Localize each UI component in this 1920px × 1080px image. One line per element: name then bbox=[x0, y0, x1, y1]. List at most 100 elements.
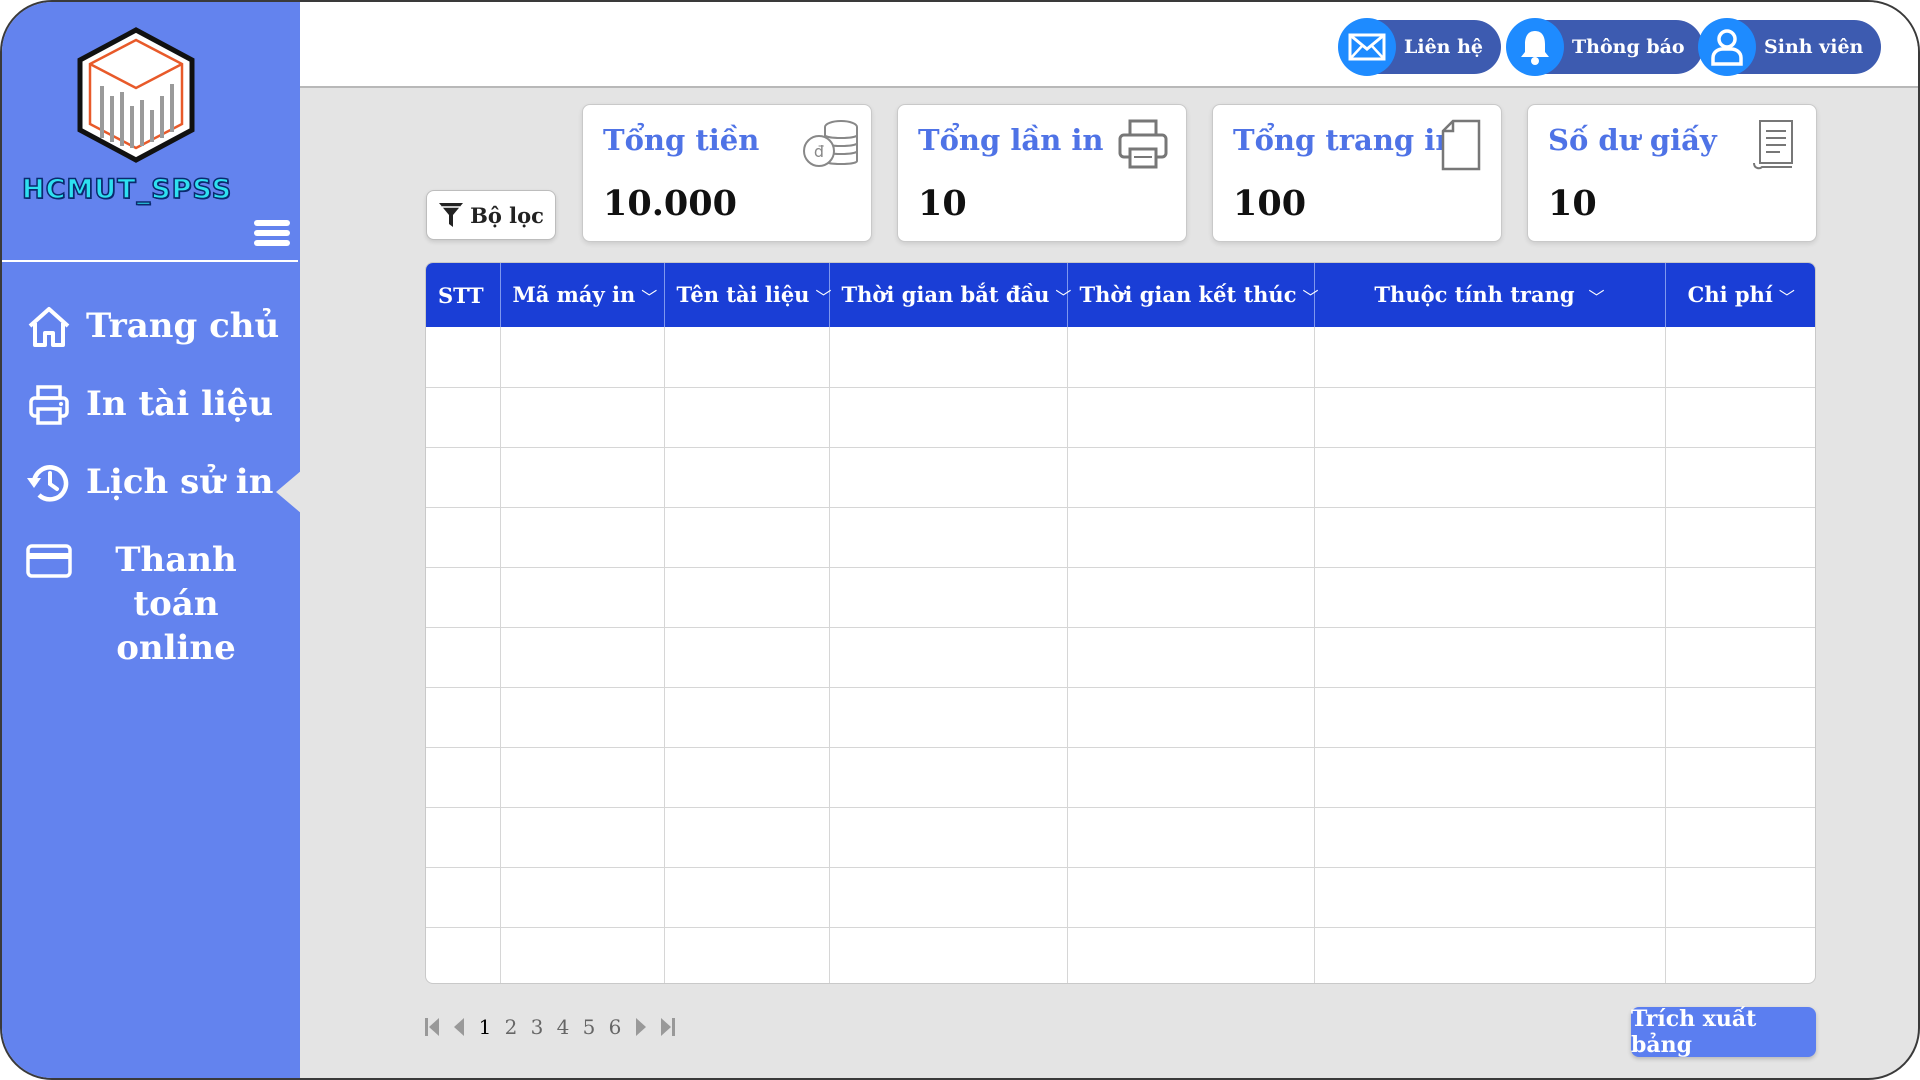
column-header-cost[interactable]: Chi phí ﹀ bbox=[1665, 263, 1815, 327]
filter-label: Bộ lọc bbox=[470, 202, 544, 228]
table-cell bbox=[1067, 507, 1315, 568]
column-label: Tên tài liệu bbox=[676, 281, 810, 307]
table-cell bbox=[426, 747, 501, 808]
funnel-icon bbox=[439, 203, 464, 227]
first-page-icon[interactable] bbox=[422, 1014, 444, 1040]
column-header-stt[interactable]: STT bbox=[426, 263, 501, 327]
column-header-start-time[interactable]: Thời gian bắt đầu ﹀ bbox=[829, 263, 1071, 327]
app-frame: HCMUT_SPSS Trang chủ In tài liệu Lịch sử… bbox=[0, 0, 1920, 1080]
menu-toggle-icon[interactable] bbox=[254, 220, 290, 250]
table-cell bbox=[1067, 627, 1315, 688]
table-cell bbox=[829, 327, 1068, 388]
table-cell bbox=[1067, 927, 1315, 983]
bell-icon bbox=[1506, 18, 1564, 76]
brand-name: HCMUT_SPSS bbox=[21, 173, 233, 206]
page-number[interactable]: 5 bbox=[578, 1015, 600, 1039]
table-cell bbox=[500, 507, 665, 568]
table-row[interactable] bbox=[426, 387, 1815, 448]
column-header-end-time[interactable]: Thời gian kết thúc ﹀ bbox=[1067, 263, 1319, 327]
table-cell bbox=[829, 747, 1068, 808]
column-header-printer-id[interactable]: Mã máy in ﹀ bbox=[500, 263, 665, 327]
table-cell bbox=[1067, 327, 1315, 388]
chevron-down-icon[interactable]: ﹀ bbox=[815, 284, 831, 308]
table-cell bbox=[1665, 867, 1815, 928]
table-cell bbox=[664, 387, 830, 448]
table-cell bbox=[426, 327, 501, 388]
column-label: Mã máy in bbox=[512, 281, 636, 307]
filter-button[interactable]: Bộ lọc bbox=[426, 190, 556, 240]
table-cell bbox=[500, 807, 665, 868]
sidebar-item-label: Lịch sử in bbox=[86, 462, 274, 502]
table-cell bbox=[500, 327, 665, 388]
export-table-button[interactable]: Trích xuất bảng bbox=[1631, 1006, 1816, 1058]
column-label: Thuộc tính trang bbox=[1374, 281, 1575, 307]
table-cell bbox=[1314, 387, 1666, 448]
pagination: 1 2 3 4 5 6 bbox=[422, 1012, 678, 1042]
printer-icon bbox=[1118, 119, 1168, 169]
last-page-icon[interactable] bbox=[656, 1014, 678, 1040]
table-cell bbox=[1314, 807, 1666, 868]
chevron-down-icon[interactable]: ﹀ bbox=[1779, 284, 1795, 308]
table-row[interactable] bbox=[426, 447, 1815, 508]
page-number[interactable]: 4 bbox=[552, 1015, 574, 1039]
chevron-down-icon[interactable]: ﹀ bbox=[641, 284, 657, 308]
coins-icon: đ bbox=[803, 120, 858, 167]
user-menu-button[interactable]: Sinh viên bbox=[1698, 18, 1882, 76]
table-row[interactable] bbox=[426, 507, 1815, 568]
page-number[interactable]: 3 bbox=[526, 1015, 548, 1039]
chevron-down-icon[interactable]: ﹀ bbox=[1589, 284, 1605, 308]
table-row[interactable] bbox=[426, 567, 1815, 628]
table-row[interactable] bbox=[426, 807, 1815, 868]
chevron-down-icon[interactable]: ﹀ bbox=[1302, 284, 1318, 308]
table-cell bbox=[1314, 567, 1666, 628]
prev-page-icon[interactable] bbox=[448, 1014, 470, 1040]
next-page-icon[interactable] bbox=[630, 1014, 652, 1040]
page-number[interactable]: 2 bbox=[500, 1015, 522, 1039]
table-cell bbox=[426, 627, 501, 688]
page-number[interactable]: 6 bbox=[604, 1015, 626, 1039]
table-cell bbox=[1314, 327, 1666, 388]
notifications-button[interactable]: Thông báo bbox=[1506, 18, 1703, 76]
sidebar-item-label: Trang chủ bbox=[86, 306, 280, 346]
stat-card-total-prints: Tổng lần in 10 bbox=[897, 104, 1187, 242]
print-history-table: STT Mã máy in ﹀ Tên tài liệu ﹀ Thời gian b… bbox=[425, 262, 1816, 984]
page-number[interactable]: 1 bbox=[474, 1015, 496, 1039]
table-cell bbox=[1665, 327, 1815, 388]
chevron-down-icon[interactable]: ﹀ bbox=[1055, 284, 1071, 308]
stat-title: Tổng lần in bbox=[918, 123, 1104, 157]
sidebar-item-payment[interactable]: Thanh toán online bbox=[26, 538, 276, 670]
table-row[interactable] bbox=[426, 627, 1815, 688]
credit-card-icon bbox=[26, 544, 72, 578]
table-cell bbox=[1665, 567, 1815, 628]
table-row[interactable] bbox=[426, 747, 1815, 808]
stat-card-total-pages: Tổng trang in 100 bbox=[1212, 104, 1502, 242]
table-cell bbox=[1665, 387, 1815, 448]
table-cell bbox=[500, 747, 665, 808]
user-icon bbox=[1698, 18, 1756, 76]
table-row[interactable] bbox=[426, 927, 1815, 983]
contact-button[interactable]: Liên hệ bbox=[1338, 18, 1501, 76]
stat-value: 10 bbox=[918, 183, 967, 224]
sidebar-item-home[interactable]: Trang chủ bbox=[26, 304, 279, 350]
table-cell bbox=[829, 387, 1068, 448]
table-row[interactable] bbox=[426, 327, 1815, 388]
notifications-label: Thông báo bbox=[1572, 36, 1685, 58]
table-cell bbox=[1665, 447, 1815, 508]
stat-card-paper-balance: Số dư giấy 10 bbox=[1527, 104, 1817, 242]
table-cell bbox=[1067, 567, 1315, 628]
table-cell bbox=[1067, 867, 1315, 928]
sidebar-item-history[interactable]: Lịch sử in bbox=[26, 460, 273, 506]
table-cell bbox=[1314, 627, 1666, 688]
table-row[interactable] bbox=[426, 687, 1815, 748]
table-row[interactable] bbox=[426, 867, 1815, 928]
stat-title: Tổng trang in bbox=[1233, 123, 1457, 157]
sidebar-item-print[interactable]: In tài liệu bbox=[26, 382, 273, 428]
table-cell bbox=[829, 867, 1068, 928]
column-header-page-properties[interactable]: Thuộc tính trang ﹀ bbox=[1314, 263, 1666, 327]
column-header-document-name[interactable]: Tên tài liệu ﹀ bbox=[664, 263, 831, 327]
contact-label: Liên hệ bbox=[1404, 36, 1483, 58]
stat-title: Tổng tiền bbox=[603, 123, 760, 157]
table-cell bbox=[829, 507, 1068, 568]
table-cell bbox=[829, 927, 1068, 983]
table-cell bbox=[1314, 927, 1666, 983]
